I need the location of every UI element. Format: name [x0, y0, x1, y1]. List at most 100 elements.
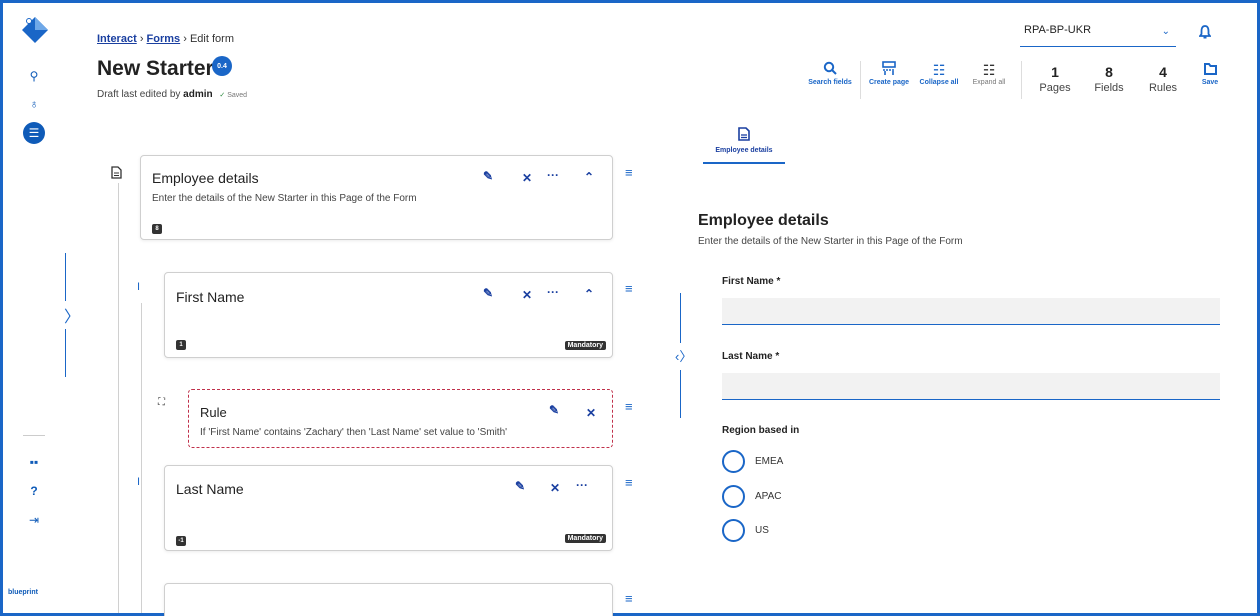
save-button[interactable]: Save [1188, 61, 1232, 87]
page-card[interactable]: Employee details Enter the details of th… [140, 155, 613, 240]
sidebar-divider [23, 435, 45, 436]
first-name-label: First Name * [722, 276, 781, 287]
field-card-last-name[interactable]: Last Name -1 Mandatory ✎ ✕ ··· [164, 465, 613, 551]
breadcrumb-separator: › [183, 33, 187, 45]
notifications-bell-icon[interactable] [1198, 25, 1212, 42]
collapse-line-top [65, 253, 66, 301]
help-icon[interactable]: ? [23, 480, 45, 502]
sign-out-icon[interactable]: ⇥ [23, 509, 45, 531]
radio-circle[interactable] [722, 450, 745, 473]
expand-all-button[interactable]: ☷ Expand all [967, 61, 1011, 87]
mandatory-badge: Mandatory [564, 341, 606, 350]
search-fields-label: Search fields [808, 79, 852, 86]
left-sidebar: ⚲ ♁ ☰ ▪▪ ? ⇥ blueprint [3, 3, 73, 613]
edit-pencil-icon[interactable]: ✎ [483, 286, 493, 300]
field-index: -1 [176, 536, 186, 546]
toolbar-divider [1021, 61, 1022, 99]
edit-pencil-icon[interactable]: ✎ [549, 403, 559, 417]
fields-count: 8 [1105, 64, 1113, 80]
field-card-first-name[interactable]: First Name 1 Mandatory ✎ ✕ ··· ⌃ [164, 272, 613, 358]
tree-connector [118, 183, 119, 613]
search-fields-button[interactable]: Search fields [808, 61, 852, 87]
radio-circle[interactable] [722, 485, 745, 508]
settings-sliders-icon[interactable]: ⚲ [23, 65, 45, 87]
drag-handle-icon[interactable]: ≡ [625, 475, 633, 490]
forms-icon[interactable]: ☰ [23, 122, 45, 144]
tree-connector [141, 303, 142, 613]
create-page-label: Create page [868, 79, 910, 86]
splitter-line-bottom [680, 370, 681, 418]
breadcrumb-interact[interactable]: Interact [97, 33, 137, 45]
tab-active-underline [703, 162, 785, 164]
delete-close-icon[interactable]: ✕ [586, 406, 596, 420]
chevron-up-icon[interactable]: ⌃ [584, 287, 594, 301]
fields-stat: 8 Fields [1087, 64, 1131, 94]
expand-list-icon: ☷ [982, 62, 996, 78]
rules-stat: 4 Rules [1141, 64, 1185, 94]
environment-select-value: RPA-BP-UKR [1024, 24, 1092, 36]
breadcrumb-forms[interactable]: Forms [147, 33, 181, 45]
radio-label: APAC [755, 491, 782, 502]
delete-close-icon[interactable]: ✕ [550, 481, 560, 495]
panel-resize-arrow-icon[interactable]: ‹〉 [675, 346, 692, 365]
delete-close-icon[interactable]: ✕ [522, 288, 532, 302]
chevron-up-icon[interactable]: ⌃ [584, 170, 594, 184]
last-name-input[interactable] [722, 373, 1220, 400]
apps-grid-icon[interactable]: ▪▪ [23, 451, 45, 473]
create-page-icon [867, 61, 911, 79]
chevron-down-icon: ⌄ [1161, 26, 1170, 37]
page-title: New Starter [97, 57, 214, 80]
collapse-list-icon: ☷ [932, 62, 946, 78]
field-card-title: Last Name [176, 481, 244, 497]
edit-pencil-icon[interactable]: ✎ [515, 479, 525, 493]
preview-page-description: Enter the details of the New Starter in … [698, 236, 963, 247]
sidebar-collapse-arrow-icon[interactable]: 〉 [64, 303, 80, 327]
more-options-icon[interactable]: ··· [547, 168, 559, 182]
version-badge: 0.4 [212, 56, 232, 76]
create-page-button[interactable]: Create page [867, 61, 911, 87]
more-options-icon[interactable]: ··· [576, 478, 588, 492]
edit-pencil-icon[interactable]: ✎ [483, 169, 493, 183]
last-name-label: Last Name * [722, 351, 780, 362]
save-label: Save [1201, 79, 1219, 86]
drag-handle-icon[interactable]: ≡ [625, 165, 633, 180]
rule-card[interactable]: Rule If 'First Name' contains 'Zachary' … [188, 389, 613, 448]
field-index: 1 [176, 340, 186, 350]
drag-handle-icon[interactable]: ≡ [625, 399, 633, 414]
field-card-title: First Name [176, 289, 245, 305]
field-card-next[interactable] [164, 583, 613, 616]
text-cursor-icon: I [137, 476, 141, 488]
delete-close-icon[interactable]: ✕ [522, 171, 532, 185]
drag-handle-icon[interactable]: ≡ [625, 591, 633, 606]
radio-option-apac[interactable]: APAC [722, 485, 782, 508]
draft-prefix: Draft last edited by [97, 89, 181, 100]
toolbar-divider [860, 61, 861, 99]
pages-stat: 1 Pages [1033, 64, 1077, 94]
collapse-all-label: Collapse all [919, 79, 959, 86]
radio-option-us[interactable]: US [722, 519, 769, 542]
collapse-line-bottom [65, 329, 66, 377]
splitter-line-top [680, 293, 681, 343]
page-card-description: Enter the details of the New Starter in … [152, 193, 417, 204]
environment-select[interactable]: RPA-BP-UKR ⌄ [1020, 21, 1176, 47]
rule-card-title: Rule [200, 405, 227, 420]
rule-focus-icon: ⛶ [158, 397, 165, 408]
expand-all-label: Expand all [972, 79, 1006, 86]
tab-label: Employee details [715, 147, 773, 154]
document-icon [703, 127, 785, 144]
collapse-all-button[interactable]: ☷ Collapse all [917, 61, 961, 87]
more-options-icon[interactable]: ··· [547, 285, 559, 299]
preview-page-title: Employee details [698, 212, 829, 229]
text-cursor-icon: I [137, 281, 141, 293]
radio-circle[interactable] [722, 519, 745, 542]
tab-employee-details[interactable]: Employee details [703, 127, 785, 164]
first-name-input[interactable] [722, 298, 1220, 325]
app-logo-icon[interactable] [20, 15, 50, 45]
page-card-title: Employee details [152, 170, 259, 186]
breadcrumb-separator: › [139, 33, 144, 45]
pages-label: Pages [1039, 82, 1071, 94]
drag-handle-icon[interactable]: ≡ [625, 281, 633, 296]
search-icon [808, 61, 852, 79]
tools-icon[interactable]: ♁ [23, 93, 45, 115]
radio-option-emea[interactable]: EMEA [722, 450, 783, 473]
